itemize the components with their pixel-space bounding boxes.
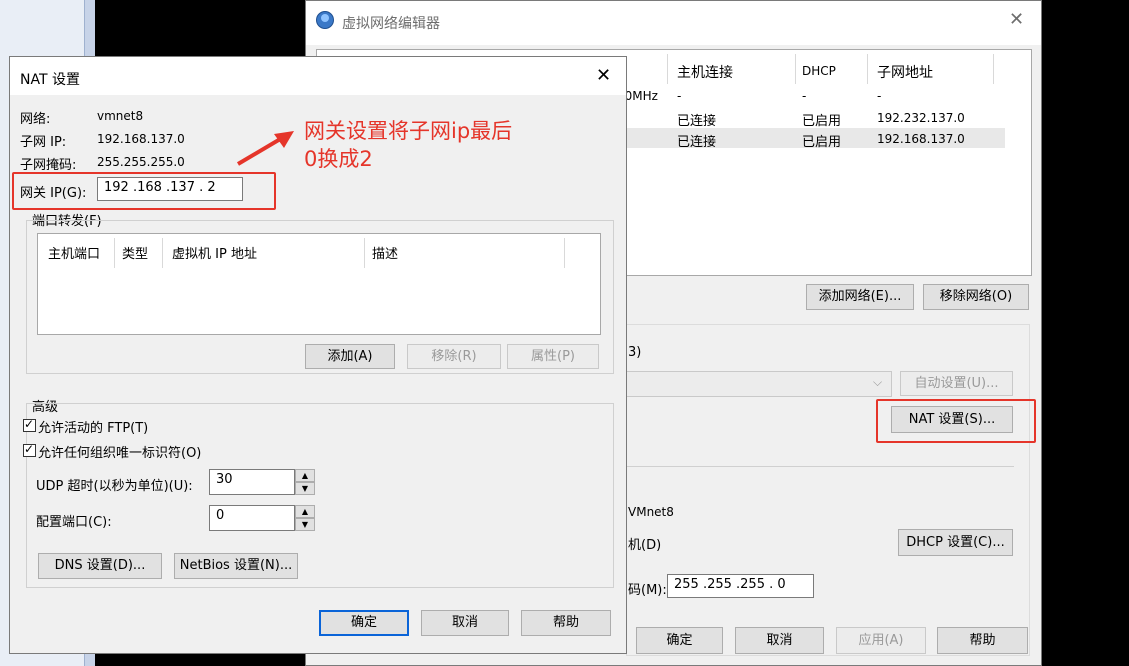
row2-host: 已连接: [677, 135, 717, 150]
port-properties-button[interactable]: 属性(P): [507, 344, 599, 369]
vmnet-label: VMnet8: [628, 505, 674, 519]
allow-ftp-label[interactable]: 允许活动的 FTP(T): [38, 417, 148, 436]
subnet-mask-value: 255.255.255.0: [97, 155, 185, 169]
col-vm-ip[interactable]: 虚拟机 IP 地址: [172, 243, 257, 262]
vne-title: 虚拟网络编辑器: [342, 16, 440, 32]
config-port-spinner[interactable]: ▲ ▼: [295, 505, 315, 531]
vne-cancel-button[interactable]: 取消: [735, 627, 824, 654]
row0-host: -: [677, 89, 682, 103]
vne-apply-button[interactable]: 应用(A): [836, 627, 926, 654]
row0-subnet: -: [877, 89, 882, 103]
close-icon[interactable]: ✕: [596, 65, 611, 86]
col-type[interactable]: 类型: [122, 243, 148, 262]
spin-down-icon[interactable]: ▼: [295, 482, 315, 495]
port-add-button[interactable]: 添加(A): [305, 344, 395, 369]
annotation-line-2: 0换成2: [304, 147, 373, 171]
network-globe-icon: [316, 11, 334, 29]
allow-ftp-checkbox[interactable]: [23, 417, 36, 432]
row2-dhcp: 已启用: [802, 135, 842, 150]
vne-help-button[interactable]: 帮助: [937, 627, 1028, 654]
dhcp-settings-button[interactable]: DHCP 设置(C)...: [898, 529, 1013, 556]
host-adapter-partial: 机(D): [628, 538, 662, 553]
row1-subnet: 192.232.137.0: [877, 111, 965, 125]
network-label: 网络:: [20, 112, 51, 127]
nat-titlebar: NAT 设置 ✕: [10, 57, 626, 95]
subnet-ip-value: 192.168.137.0: [97, 132, 185, 146]
port-remove-button[interactable]: 移除(R): [407, 344, 501, 369]
divider: [626, 466, 1014, 467]
vne-titlebar: 虚拟网络编辑器 ✕: [306, 1, 1041, 45]
config-port-input[interactable]: 0: [209, 505, 295, 531]
nat-ok-button[interactable]: 确定: [319, 610, 409, 636]
dns-settings-button[interactable]: DNS 设置(D)...: [38, 553, 162, 579]
udp-timeout-label: UDP 超时(以秒为单位)(U):: [36, 479, 193, 494]
port-forward-list[interactable]: 主机端口 类型 虚拟机 IP 地址 描述: [37, 233, 601, 335]
col-host-port[interactable]: 主机端口: [48, 243, 100, 262]
row2-subnet: 192.168.137.0: [877, 132, 965, 146]
annotation-arrow-icon: [236, 131, 294, 166]
close-icon[interactable]: ✕: [1009, 9, 1024, 30]
spin-up-icon[interactable]: ▲: [295, 469, 315, 482]
config-port-label: 配置端口(C):: [36, 515, 112, 530]
allow-oui-label[interactable]: 允许任何组织唯一标识符(O): [38, 442, 201, 461]
partial-paren-text: 3): [628, 345, 642, 360]
udp-timeout-spinner[interactable]: ▲ ▼: [295, 469, 315, 495]
spin-up-icon[interactable]: ▲: [295, 505, 315, 518]
col-host-connection[interactable]: 主机连接: [677, 62, 733, 82]
nat-help-button[interactable]: 帮助: [521, 610, 611, 636]
allow-oui-checkbox[interactable]: [23, 442, 36, 457]
gateway-ip-highlight: [12, 172, 276, 210]
subnet-mask-input[interactable]: 255 .255 .255 . 0: [667, 574, 814, 598]
udp-timeout-input[interactable]: 30: [209, 469, 295, 495]
subnet-mask-label: 子网掩码:: [20, 158, 77, 173]
row1-dhcp: 已启用: [802, 114, 842, 129]
chevron-down-icon: ⌵: [873, 375, 883, 389]
remove-network-button[interactable]: 移除网络(O): [923, 284, 1029, 310]
add-network-button[interactable]: 添加网络(E)...: [806, 284, 914, 310]
nat-settings-highlight: [876, 399, 1036, 443]
spin-down-icon[interactable]: ▼: [295, 518, 315, 531]
col-subnet[interactable]: 子网地址: [877, 62, 933, 82]
network-value: vmnet8: [97, 109, 144, 123]
row0-dhcp: -: [802, 89, 807, 103]
annotation-line-1: 网关设置将子网ip最后: [304, 119, 513, 143]
col-dhcp[interactable]: DHCP: [802, 64, 836, 78]
netbios-settings-button[interactable]: NetBios 设置(N)...: [174, 553, 298, 579]
vne-ok-button[interactable]: 确定: [636, 627, 723, 654]
subnet-ip-label: 子网 IP:: [20, 135, 67, 150]
nat-cancel-button[interactable]: 取消: [421, 610, 509, 636]
nat-title: NAT 设置: [20, 72, 80, 88]
subnet-mask-partial-label: 码(M):: [628, 583, 667, 598]
auto-settings-button[interactable]: 自动设置(U)...: [900, 371, 1013, 396]
bridge-combobox[interactable]: ⌵: [626, 371, 892, 397]
row1-host: 已连接: [677, 114, 717, 129]
col-description[interactable]: 描述: [372, 243, 398, 262]
